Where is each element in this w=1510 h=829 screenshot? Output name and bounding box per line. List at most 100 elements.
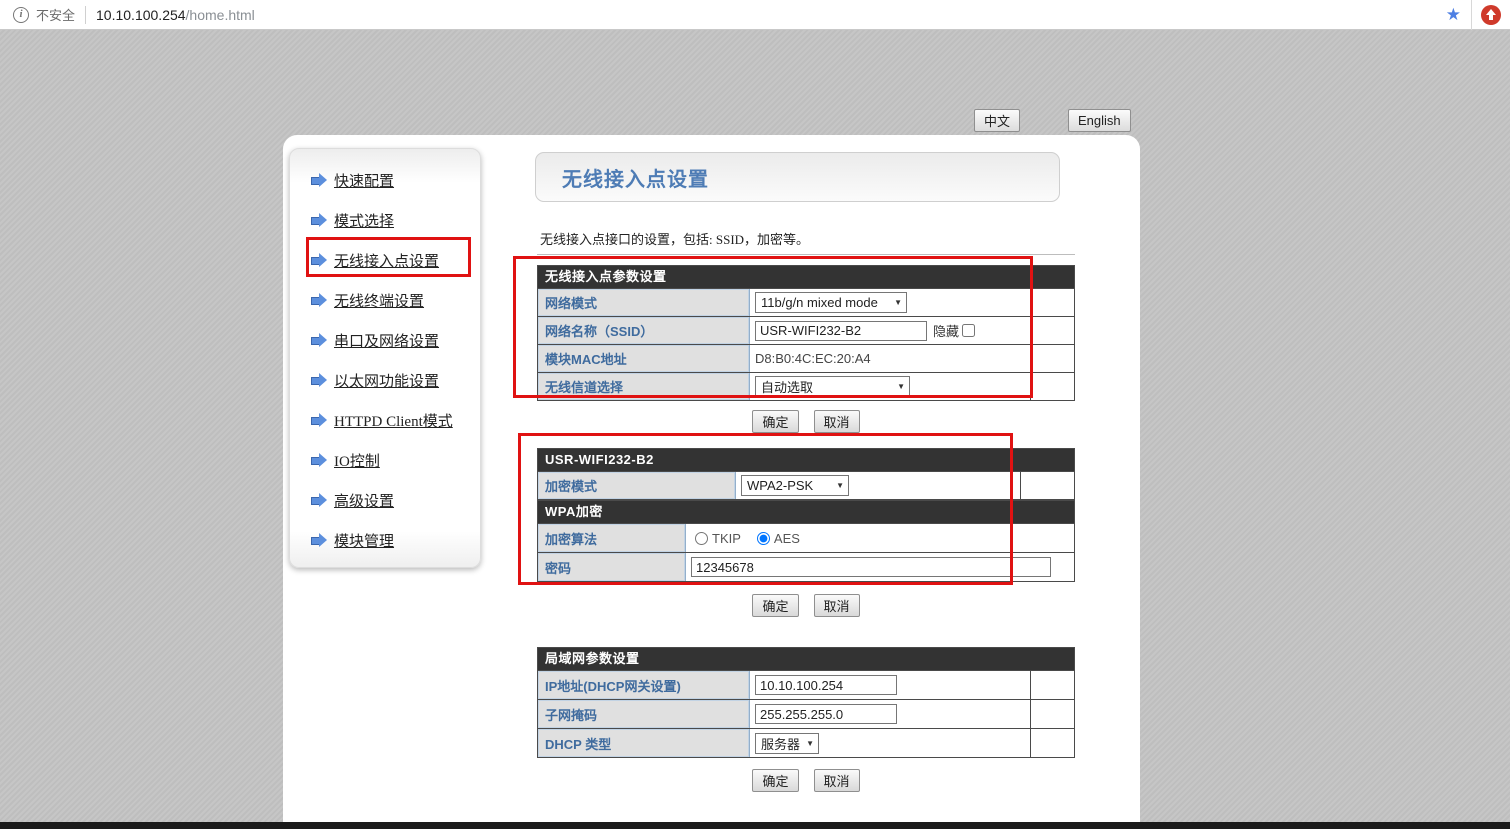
password-label: 密码: [538, 553, 686, 581]
sidebar-item-label: 模块管理: [334, 530, 394, 551]
channel-value: 自动选取: [761, 377, 813, 396]
address-bar-divider: [85, 6, 86, 24]
sidebar-item-advanced[interactable]: 高级设置: [310, 489, 480, 511]
dhcp-type-value: 服务器: [761, 734, 800, 753]
dhcp-type-label: DHCP 类型: [538, 729, 750, 757]
table-row: 加密模式 WPA2-PSK ▼: [538, 471, 1074, 499]
subnet-mask-label: 子网掩码: [538, 700, 750, 728]
table-row: 无线信道选择 自动选取 ▼: [538, 372, 1074, 400]
security-label: 不安全: [36, 5, 75, 24]
channel-select[interactable]: 自动选取 ▼: [755, 376, 910, 397]
arrow-icon: [310, 173, 327, 187]
sidebar-item-label: IO控制: [334, 450, 380, 471]
table-row: DHCP 类型 服务器 ▼: [538, 728, 1074, 757]
sidebar-item-module-management[interactable]: 模块管理: [310, 529, 480, 551]
language-english-button[interactable]: English: [1068, 109, 1131, 132]
table-row: 模块MAC地址 D8:B0:4C:EC:20:A4: [538, 344, 1074, 372]
page-description: 无线接入点接口的设置，包括: SSID，加密等。: [540, 229, 809, 248]
chevron-down-icon: ▼: [836, 481, 844, 490]
algorithm-label: 加密算法: [538, 524, 686, 552]
divider: [537, 254, 1075, 255]
empty-cell: [1030, 317, 1074, 344]
url-host: 10.10.100.254: [96, 7, 186, 23]
url-path: /home.html: [186, 7, 255, 23]
url-text[interactable]: 10.10.100.254/home.html: [96, 7, 255, 23]
title-banner: 无线接入点设置: [535, 152, 1060, 202]
table-row: 密码: [538, 552, 1074, 581]
password-input[interactable]: [691, 557, 1051, 577]
sidebar-item-io-control[interactable]: IO控制: [310, 449, 480, 471]
dhcp-type-select[interactable]: 服务器 ▼: [755, 733, 819, 754]
table-row: 子网掩码: [538, 699, 1074, 728]
chevron-down-icon: ▼: [806, 739, 814, 748]
ap-cancel-button[interactable]: 取消: [814, 410, 860, 433]
mac-label: 模块MAC地址: [538, 345, 750, 372]
sidebar-item-uart-network[interactable]: 串口及网络设置: [310, 329, 480, 351]
extension-icon[interactable]: [1481, 5, 1501, 25]
table-row: 加密算法 TKIP AES: [538, 523, 1074, 552]
empty-cell: [1030, 729, 1074, 757]
arrow-icon: [310, 453, 327, 467]
sidebar-item-mode-select[interactable]: 模式选择: [310, 209, 480, 231]
security-button-row: 确定 取消: [537, 594, 1075, 617]
empty-cell: [1030, 373, 1074, 400]
lan-ok-button[interactable]: 确定: [752, 769, 798, 792]
sidebar-item-label: 无线接入点设置: [334, 250, 439, 271]
ap-params-table: 无线接入点参数设置 网络模式 11b/g/n mixed mode ▼ 网络名称…: [537, 265, 1075, 401]
arrow-icon: [310, 253, 327, 267]
sidebar-item-ap-settings[interactable]: 无线接入点设置: [310, 249, 480, 271]
sidebar: 快速配置 模式选择 无线接入点设置 无线终端设置 串口及网络设置 以太网功能设置…: [289, 148, 481, 568]
hide-ssid-label: 隐藏: [933, 321, 959, 340]
security-cancel-button[interactable]: 取消: [814, 594, 860, 617]
arrow-icon: [310, 333, 327, 347]
sidebar-item-ethernet[interactable]: 以太网功能设置: [310, 369, 480, 391]
ssid-input[interactable]: [755, 321, 927, 341]
security-table-header: USR-WIFI232-B2: [538, 449, 1074, 471]
wpa-table: WPA加密 加密算法 TKIP AES 密码: [537, 500, 1075, 582]
sidebar-item-label: 快速配置: [334, 170, 394, 191]
sidebar-item-label: 以太网功能设置: [334, 370, 439, 391]
ap-table-header: 无线接入点参数设置: [538, 266, 1074, 288]
language-chinese-button[interactable]: 中文: [974, 109, 1020, 132]
network-mode-label: 网络模式: [538, 289, 750, 316]
channel-label: 无线信道选择: [538, 373, 750, 400]
empty-cell: [1030, 289, 1074, 316]
info-icon[interactable]: i: [13, 7, 29, 23]
sidebar-item-label: 模式选择: [334, 210, 394, 231]
chevron-down-icon: ▼: [897, 382, 905, 391]
arrow-icon: [310, 373, 327, 387]
arrow-icon: [310, 293, 327, 307]
encryption-mode-select[interactable]: WPA2-PSK ▼: [741, 475, 849, 496]
ap-button-row: 确定 取消: [537, 410, 1075, 433]
sidebar-item-httpd-client[interactable]: HTTPD Client模式: [310, 409, 480, 431]
screen: i 不安全 10.10.100.254/home.html ★ 中文 Engli…: [0, 0, 1510, 829]
sidebar-item-sta-settings[interactable]: 无线终端设置: [310, 289, 480, 311]
mac-address-value: D8:B0:4C:EC:20:A4: [755, 351, 871, 366]
sidebar-item-label: 无线终端设置: [334, 290, 424, 311]
bar-divider: [1471, 0, 1472, 30]
network-mode-select[interactable]: 11b/g/n mixed mode ▼: [755, 292, 907, 313]
table-row: IP地址(DHCP网关设置): [538, 670, 1074, 699]
arrow-icon: [310, 413, 327, 427]
tkip-radio[interactable]: [695, 532, 708, 545]
wpa-table-header: WPA加密: [538, 501, 1074, 523]
aes-radio[interactable]: [757, 532, 770, 545]
arrow-icon: [310, 533, 327, 547]
network-mode-value: 11b/g/n mixed mode: [761, 295, 878, 310]
arrow-icon: [310, 213, 327, 227]
security-ok-button[interactable]: 确定: [752, 594, 798, 617]
empty-cell: [1030, 700, 1074, 728]
sidebar-item-quick-config[interactable]: 快速配置: [310, 169, 480, 191]
subnet-mask-input[interactable]: [755, 704, 897, 724]
hide-ssid-checkbox[interactable]: [962, 324, 975, 337]
table-row: 网络模式 11b/g/n mixed mode ▼: [538, 288, 1074, 316]
empty-cell: [1030, 671, 1074, 699]
lan-cancel-button[interactable]: 取消: [814, 769, 860, 792]
ip-address-input[interactable]: [755, 675, 897, 695]
browser-address-bar: i 不安全 10.10.100.254/home.html ★: [0, 0, 1510, 30]
aes-label: AES: [774, 531, 800, 546]
empty-cell: [1020, 472, 1074, 499]
ap-ok-button[interactable]: 确定: [752, 410, 798, 433]
tkip-label: TKIP: [712, 531, 741, 546]
bookmark-star-icon[interactable]: ★: [1446, 5, 1461, 25]
